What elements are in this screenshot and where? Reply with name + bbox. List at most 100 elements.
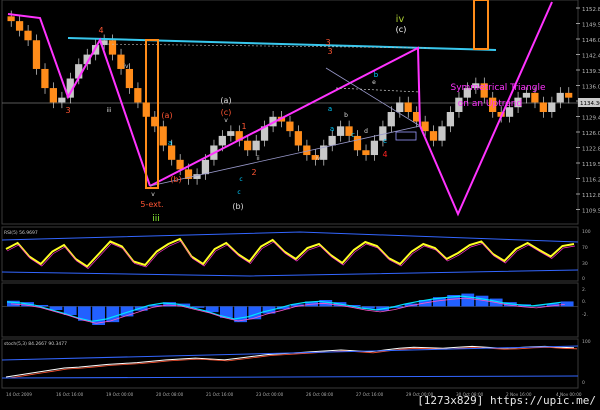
candle-body xyxy=(286,121,294,132)
wave-label: 3 xyxy=(65,106,70,115)
rsi-line xyxy=(5,237,575,268)
annotation-line-2: on an Uptrend xyxy=(458,99,522,109)
wave-label: 3 xyxy=(325,38,330,47)
y-tick-label: 1119.51 xyxy=(582,162,600,168)
x-tick-label: 26 Oct 08:00 xyxy=(306,392,334,397)
rsi-band-lower xyxy=(1,269,579,277)
candle-body xyxy=(41,68,49,89)
rsi-y-tick: 30 xyxy=(582,261,588,267)
candle-body xyxy=(218,135,226,146)
stoch-title: stoch(5,3) 84.2667 90.3477 xyxy=(4,341,67,347)
candle-body xyxy=(362,150,370,156)
candle-body xyxy=(24,30,32,41)
candle-body xyxy=(328,135,336,146)
candle-body xyxy=(370,140,379,156)
wave-label: a xyxy=(330,125,334,133)
wave-label: (b) xyxy=(170,175,181,184)
cyan-resistance-line xyxy=(67,37,497,51)
rsi-band-upper xyxy=(1,231,579,243)
y-tick-label: 1149.51 xyxy=(582,23,600,29)
price-label: 1134.36 xyxy=(580,101,600,107)
candle-body xyxy=(49,88,57,103)
wave-label: 3 xyxy=(327,47,332,56)
wave-label: c xyxy=(383,137,387,145)
stoch-y-tick: 0 xyxy=(582,380,585,386)
wave-label: iv xyxy=(123,63,129,70)
candle-body xyxy=(539,102,547,112)
candle-body xyxy=(294,131,302,146)
candle-body xyxy=(244,140,252,151)
triangle-lower-line xyxy=(149,125,421,187)
macd-y-tick: 0. xyxy=(582,299,586,305)
wave-label: iii xyxy=(152,214,160,224)
wave-label: e xyxy=(372,79,376,86)
x-tick-label: 21 Oct 16:00 xyxy=(206,392,234,397)
stoch-k-line xyxy=(5,345,575,378)
candle-body xyxy=(176,159,184,170)
small-label-box xyxy=(395,131,417,141)
wave-label: c xyxy=(351,131,355,139)
wave-label: iv xyxy=(396,14,405,25)
macd-histogram-bar xyxy=(461,293,475,307)
candle-body xyxy=(565,92,573,98)
wave-label: b xyxy=(344,112,348,119)
x-tick-label: 19 Oct 00:00 xyxy=(106,392,134,397)
candle-body xyxy=(7,16,15,22)
y-tick-label: 1109.51 xyxy=(582,209,600,215)
triangle-upper-line xyxy=(149,46,421,187)
y-tick-label: 1146.00 xyxy=(582,38,600,44)
candle-body xyxy=(396,102,404,112)
wave-label: v xyxy=(224,117,228,124)
candle-body xyxy=(125,68,134,89)
rsi-title: RSI(5) 56.9697 xyxy=(4,230,38,236)
candle-body xyxy=(336,126,345,136)
rsi-y-tick: 100 xyxy=(582,229,591,235)
candle-body xyxy=(387,112,395,127)
y-tick-label: 1112.81 xyxy=(582,193,600,199)
y-tick-label: 1126.00 xyxy=(582,131,600,137)
macd-y-tick: -2. xyxy=(582,312,588,318)
x-tick-label: 14 Oct 2009 xyxy=(6,392,32,397)
wave-label: c xyxy=(237,189,240,196)
x-tick-label: 23 Oct 00:00 xyxy=(256,392,284,397)
y-tick-label: 1139.31 xyxy=(582,69,600,75)
rsi-y-tick: 0 xyxy=(582,276,585,282)
wave-label: 2 xyxy=(251,168,256,177)
candle-body xyxy=(252,140,260,151)
stoch-trend-lower xyxy=(1,375,579,379)
wave-label: iii xyxy=(106,107,111,114)
x-tick-label: 16 Oct 16:00 xyxy=(56,392,84,397)
trading-chart-canvas: 1152.81 1149.51 1146.00 1142.40 1139.31 1136.… xyxy=(1,0,600,397)
y-tick-label: 1136.00 xyxy=(582,85,600,91)
wave-label: (b) xyxy=(232,202,243,211)
target-box-right xyxy=(473,0,489,50)
panel-frame-3 xyxy=(1,338,579,389)
y-tick-label: 1122.81 xyxy=(582,147,600,153)
wave-label: v xyxy=(151,191,155,198)
wave-label: d xyxy=(364,128,368,135)
candle-body xyxy=(58,97,66,103)
rsi-y-tick: 70 xyxy=(582,245,588,251)
candle-body xyxy=(227,131,235,136)
wave-label: 5-ext. xyxy=(140,200,163,209)
wave-label: b xyxy=(374,71,379,79)
y-tick-label: 1116.21 xyxy=(582,178,600,184)
x-tick-label: 27 Oct 16:00 xyxy=(356,392,384,397)
y-tick-label: 1142.40 xyxy=(582,54,600,60)
candle-body xyxy=(446,112,455,127)
watermark: [1273x829] https://upic.me/ xyxy=(417,394,596,407)
wave-label: (a) xyxy=(220,96,231,105)
y-tick-label: 1129.44 xyxy=(582,116,600,122)
stoch-trend-upper xyxy=(1,345,579,361)
stoch-d-line xyxy=(8,346,578,379)
candle-body xyxy=(429,131,438,141)
candle-body xyxy=(32,40,41,69)
wave-label: c xyxy=(239,176,242,183)
candle-body xyxy=(531,92,539,103)
wave-label: a xyxy=(328,105,332,113)
macd-histogram-bar xyxy=(106,306,120,323)
annotation-line-1: Symmetrical Triangle xyxy=(450,83,545,93)
x-tick-label: 20 Oct 08:00 xyxy=(156,392,184,397)
candle-body xyxy=(404,102,412,112)
stoch-y-tick: 100 xyxy=(582,339,591,345)
